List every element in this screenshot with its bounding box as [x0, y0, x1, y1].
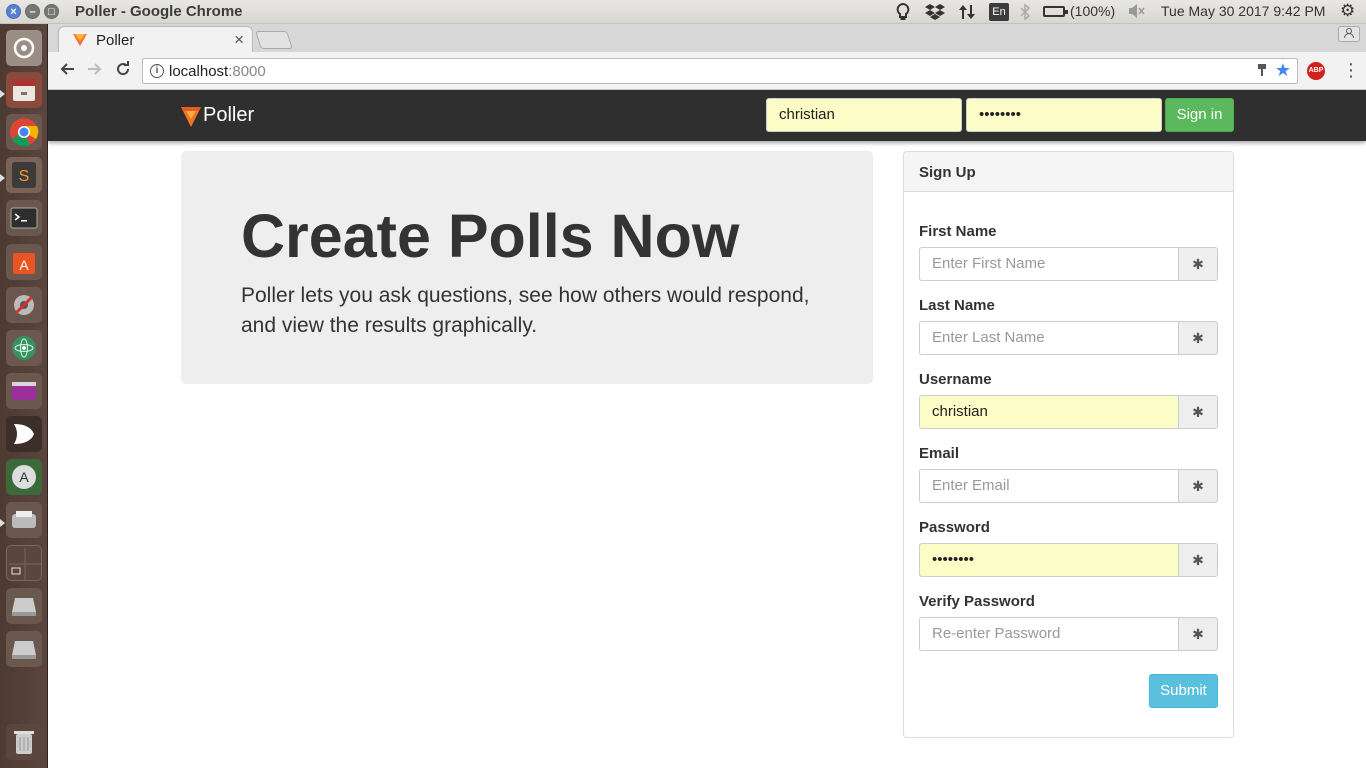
dash-icon[interactable]: [6, 30, 42, 66]
chrome-icon[interactable]: [6, 114, 42, 150]
profile-icon[interactable]: [1338, 26, 1360, 42]
input-method-indicator[interactable]: En: [989, 3, 1009, 21]
battery-icon[interactable]: [1043, 6, 1068, 17]
email-group: Email Enter Email ✱: [919, 445, 1218, 503]
poller-logo-icon: [181, 106, 201, 127]
new-tab-button[interactable]: [255, 31, 293, 49]
password-group: Password •••••••• ✱: [919, 519, 1218, 577]
sign-in-button[interactable]: Sign in: [1165, 98, 1234, 132]
username-input[interactable]: christian: [919, 395, 1178, 429]
scanner-icon[interactable]: [6, 502, 42, 538]
username-label: Username: [919, 371, 992, 388]
system-settings-icon[interactable]: [6, 287, 42, 323]
workspace-switcher-icon[interactable]: [6, 373, 42, 409]
back-button[interactable]: [56, 60, 78, 82]
browser-toolbar: i localhost:8000 ★ ABP ⋮: [48, 52, 1366, 90]
tab-close-icon[interactable]: ×: [234, 30, 244, 50]
sublime-text-icon[interactable]: S: [6, 157, 42, 193]
email-input[interactable]: Enter Email: [919, 469, 1178, 503]
submit-button[interactable]: Submit: [1149, 674, 1218, 708]
volume-muted-icon[interactable]: [1128, 3, 1146, 22]
key-icon[interactable]: [1257, 63, 1267, 80]
asterisk-icon: ✱: [1178, 469, 1218, 503]
forward-button[interactable]: [84, 60, 106, 82]
launcher: S A A: [0, 24, 48, 768]
dropbox-icon[interactable]: [925, 3, 945, 24]
drive-icon-2[interactable]: [6, 631, 42, 667]
running-indicator: [0, 90, 5, 98]
asterisk-icon: ✱: [1178, 247, 1218, 281]
last-name-label: Last Name: [919, 297, 995, 314]
first-name-group: First Name Enter First Name ✱: [919, 223, 1218, 281]
gear-icon[interactable]: ⚙: [1340, 1, 1355, 21]
drive-icon[interactable]: [6, 588, 42, 624]
tab-title: Poller: [96, 32, 135, 49]
password-label: Password: [919, 519, 990, 536]
navbar-password-input[interactable]: ••••••••: [966, 98, 1162, 132]
asterisk-icon: ✱: [1178, 543, 1218, 577]
logic-gate-app-icon[interactable]: [6, 416, 42, 452]
svg-text:A: A: [19, 469, 29, 485]
workspaces-icon[interactable]: [6, 545, 42, 581]
software-updater-icon[interactable]: A: [6, 459, 42, 495]
page-viewport: Poller christian •••••••• Sign in Create…: [48, 90, 1366, 768]
username-group: Username christian ✱: [919, 371, 1218, 429]
verify-password-input[interactable]: Re-enter Password: [919, 617, 1178, 651]
svg-text:A: A: [19, 257, 29, 273]
first-name-input[interactable]: Enter First Name: [919, 247, 1178, 281]
window-maximize-button[interactable]: □: [44, 4, 59, 19]
jumbotron: Create Polls Now Poller lets you ask que…: [181, 151, 873, 384]
tab-strip: Poller ×: [48, 24, 1366, 53]
window-minimize-button[interactable]: –: [25, 4, 40, 19]
asterisk-icon: ✱: [1178, 395, 1218, 429]
reload-button[interactable]: [112, 60, 134, 82]
last-name-group: Last Name Enter Last Name ✱: [919, 297, 1218, 355]
jumbotron-text: Poller lets you ask questions, see how o…: [241, 284, 810, 337]
asterisk-icon: ✱: [1178, 617, 1218, 651]
verify-password-label: Verify Password: [919, 593, 1035, 610]
running-indicator: [0, 174, 5, 182]
lightbulb-icon[interactable]: [895, 2, 911, 24]
network-transfer-icon[interactable]: [958, 3, 976, 24]
brand-name: Poller: [203, 104, 255, 126]
tab-poller[interactable]: Poller ×: [58, 26, 253, 53]
first-name-label: First Name: [919, 223, 997, 240]
brand[interactable]: Poller: [181, 104, 254, 127]
poller-favicon-icon: [73, 34, 87, 46]
battery-percent: (100%): [1070, 3, 1116, 19]
browser-menu-icon[interactable]: ⋮: [1342, 60, 1360, 81]
window-title: Poller - Google Chrome: [75, 3, 243, 20]
svg-text:S: S: [19, 168, 30, 185]
os-top-panel: × – □ Poller - Google Chrome En (100%) T…: [0, 0, 1366, 24]
atom-icon[interactable]: [6, 330, 42, 366]
terminal-icon[interactable]: [6, 200, 42, 236]
verify-password-group: Verify Password Re-enter Password ✱: [919, 593, 1218, 651]
adblock-plus-icon[interactable]: ABP: [1307, 62, 1325, 80]
last-name-input[interactable]: Enter Last Name: [919, 321, 1178, 355]
jumbotron-title: Create Polls Now: [241, 202, 740, 270]
signup-panel: Sign Up First Name Enter First Name ✱ La…: [903, 151, 1234, 738]
address-bar[interactable]: i localhost:8000 ★: [142, 58, 1298, 84]
window-close-button[interactable]: ×: [6, 4, 21, 19]
info-icon[interactable]: i: [150, 64, 164, 78]
bookmark-star-icon[interactable]: ★: [1275, 60, 1291, 81]
url-text: localhost:8000: [169, 63, 266, 80]
signup-heading: Sign Up: [904, 152, 1233, 192]
software-center-icon[interactable]: A: [6, 244, 42, 280]
running-indicator: [0, 519, 5, 527]
asterisk-icon: ✱: [1178, 321, 1218, 355]
email-label: Email: [919, 445, 960, 462]
files-icon[interactable]: [6, 72, 42, 108]
trash-icon[interactable]: [6, 724, 42, 760]
site-navbar: Poller christian •••••••• Sign in: [48, 90, 1366, 141]
password-input[interactable]: ••••••••: [919, 543, 1178, 577]
clock[interactable]: Tue May 30 2017 9:42 PM: [1161, 3, 1325, 19]
bluetooth-icon[interactable]: [1019, 3, 1031, 24]
navbar-username-input[interactable]: christian: [766, 98, 962, 132]
